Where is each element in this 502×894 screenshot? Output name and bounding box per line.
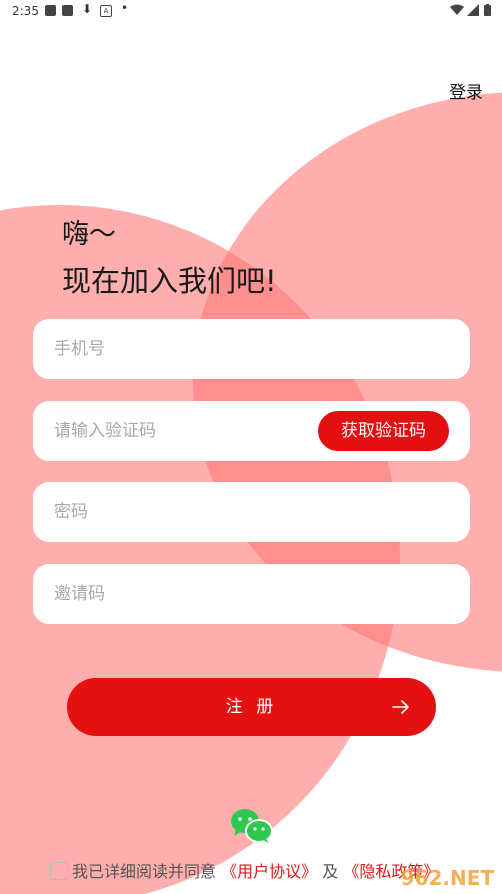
agreement-prefix: 我已详细阅读并同意 (72, 862, 217, 881)
login-link[interactable]: 登录 (449, 78, 483, 103)
agreement-and: 及 (322, 862, 339, 881)
password-field (33, 482, 470, 542)
battery-icon (484, 4, 491, 16)
invite-code-field (33, 564, 470, 624)
wechat-icon[interactable] (230, 808, 274, 844)
status-bar: 2:35 ⬇ A • (0, 0, 502, 22)
phone-input[interactable] (54, 319, 314, 379)
signal-icon (467, 4, 479, 16)
more-notifications-icon: • (121, 1, 129, 15)
greeting-text: 嗨～ (62, 219, 116, 250)
invite-code-input[interactable] (54, 564, 314, 624)
watermark: 962.NET (400, 866, 494, 890)
wifi-icon (450, 4, 464, 15)
page-title: 现在加入我们吧! (62, 264, 277, 298)
get-code-button[interactable]: 获取验证码 (318, 411, 449, 451)
status-time: 2:35 (12, 4, 39, 18)
password-input[interactable] (54, 482, 314, 542)
agreement-checkbox[interactable] (50, 862, 68, 880)
notification-box-icon: A (100, 5, 112, 17)
register-button[interactable]: 注 册 (67, 678, 436, 736)
phone-field (33, 319, 470, 379)
notification-app-icon (62, 5, 73, 16)
verification-code-field: 获取验证码 (33, 401, 470, 461)
notification-app-icon (45, 5, 56, 16)
arrow-right-icon (392, 700, 409, 714)
download-icon: ⬇ (82, 2, 93, 16)
register-label: 注 册 (225, 697, 278, 717)
verification-code-input[interactable] (54, 401, 314, 461)
user-agreement-link[interactable]: 《用户协议》 (221, 862, 317, 881)
agreement-row: 我已详细阅读并同意 《用户协议》 及 《隐私政策》 (50, 858, 439, 882)
